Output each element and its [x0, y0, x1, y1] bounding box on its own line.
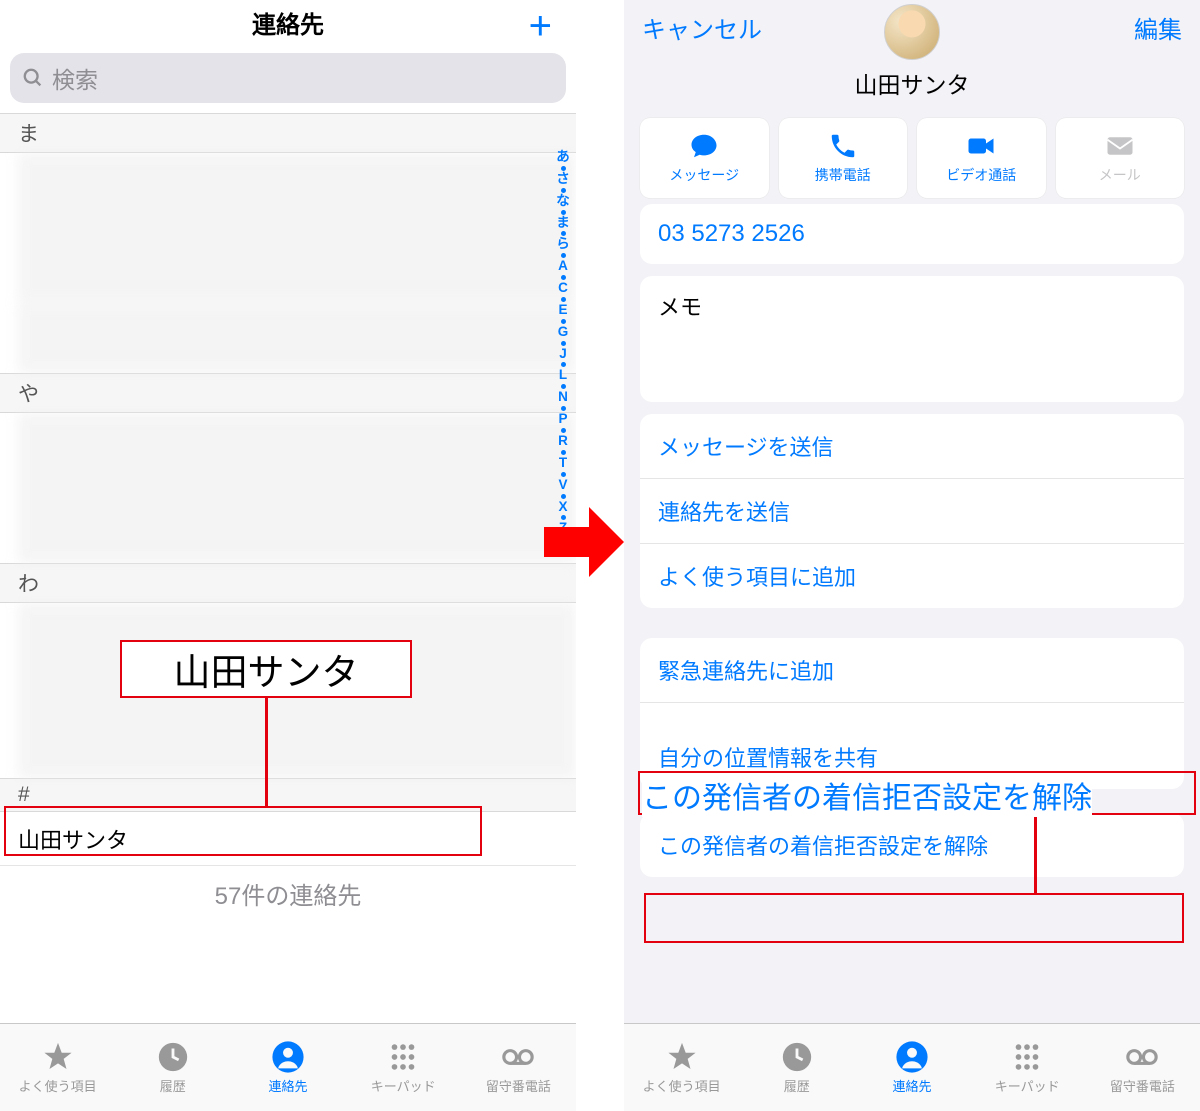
phone-number[interactable]: 03 5273 2526	[640, 204, 1184, 264]
page-title: 連絡先	[252, 5, 324, 40]
tab-recents[interactable]: 履歴	[739, 1024, 854, 1111]
arrow-annotation	[544, 507, 624, 577]
add-favorite-button[interactable]: よく使う項目に追加	[640, 544, 1184, 608]
section-header: ま	[0, 113, 576, 153]
edit-button[interactable]: 編集	[1134, 10, 1182, 45]
phone-icon	[828, 131, 858, 161]
list-item[interactable]	[18, 153, 576, 303]
star-icon	[665, 1040, 699, 1074]
person-icon	[271, 1040, 305, 1074]
annotation-box: 山田サンタ	[120, 640, 412, 698]
search-icon	[22, 67, 44, 89]
add-contact-button[interactable]: +	[529, 4, 552, 49]
send-contact-button[interactable]: 連絡先を送信	[640, 479, 1184, 544]
actions-group-2: 緊急連絡先に追加 自分の位置情報を共有	[640, 638, 1184, 789]
annotation-box	[4, 806, 482, 856]
unblock-group: この発信者の着信拒否設定を解除	[640, 813, 1184, 877]
contact-name: 山田サンタ	[855, 66, 970, 100]
contact-header: 山田サンタ	[624, 54, 1200, 108]
clock-icon	[780, 1040, 814, 1074]
clock-icon	[156, 1040, 190, 1074]
contacts-list-screen: 連絡先 + 検索 ま や わ # 山田サンタ 57件の連絡先 あ さ な ま ら…	[0, 0, 576, 1111]
mail-icon	[1105, 131, 1135, 161]
list-item[interactable]	[18, 413, 576, 563]
tab-bar: よく使う項目 履歴 連絡先 キーパッド 留守番電話	[0, 1023, 576, 1111]
keypad-icon	[1010, 1040, 1044, 1074]
header: 連絡先 +	[0, 0, 576, 45]
voicemail-icon	[501, 1040, 535, 1074]
voicemail-icon	[1125, 1040, 1159, 1074]
video-icon	[966, 131, 996, 161]
tab-voicemail[interactable]: 留守番電話	[1085, 1024, 1200, 1111]
actions-group-1: メッセージを送信 連絡先を送信 よく使う項目に追加	[640, 414, 1184, 608]
section-header: わ	[0, 563, 576, 603]
send-message-button[interactable]: メッセージを送信	[640, 414, 1184, 479]
tab-recents[interactable]: 履歴	[115, 1024, 230, 1111]
section-header: や	[0, 373, 576, 413]
tab-keypad[interactable]: キーパッド	[346, 1024, 461, 1111]
tab-contacts[interactable]: 連絡先	[854, 1024, 969, 1111]
tab-bar: よく使う項目 履歴 連絡先 キーパッド 留守番電話	[624, 1023, 1200, 1111]
tab-voicemail[interactable]: 留守番電話	[461, 1024, 576, 1111]
person-icon	[895, 1040, 929, 1074]
memo-field[interactable]: メモ	[640, 276, 1184, 402]
search-placeholder: 検索	[52, 61, 98, 95]
tab-favorites[interactable]: よく使う項目	[0, 1024, 115, 1111]
contact-count: 57件の連絡先	[0, 876, 576, 911]
tab-keypad[interactable]: キーパッド	[970, 1024, 1085, 1111]
contacts-list[interactable]: ま や わ # 山田サンタ 57件の連絡先	[0, 113, 576, 1023]
action-message[interactable]: メッセージ	[640, 118, 769, 198]
action-video[interactable]: ビデオ通話	[917, 118, 1046, 198]
list-item[interactable]	[18, 303, 576, 373]
keypad-icon	[386, 1040, 420, 1074]
annotation-line	[265, 698, 268, 806]
annotation-line	[1034, 815, 1037, 895]
contact-detail-screen: キャンセル 編集 山田サンタ メッセージ 携帯電話 ビデオ通話 メール 03 5…	[624, 0, 1200, 1111]
action-call[interactable]: 携帯電話	[779, 118, 908, 198]
annotation-callout: この発信者の着信拒否設定を解除	[642, 773, 1092, 817]
message-icon	[689, 131, 719, 161]
emergency-button[interactable]: 緊急連絡先に追加	[640, 638, 1184, 703]
alpha-index[interactable]: あ さ な ま ら A C E G J L N P R T V X Z #	[552, 150, 574, 558]
search-input[interactable]: 検索	[10, 53, 566, 103]
unblock-caller-button[interactable]: この発信者の着信拒否設定を解除	[640, 813, 1184, 877]
action-mail: メール	[1056, 118, 1185, 198]
star-icon	[41, 1040, 75, 1074]
tab-favorites[interactable]: よく使う項目	[624, 1024, 739, 1111]
annotation-box	[644, 893, 1184, 943]
avatar[interactable]	[884, 4, 940, 60]
tab-contacts[interactable]: 連絡先	[230, 1024, 345, 1111]
cancel-button[interactable]: キャンセル	[642, 10, 762, 45]
quick-actions: メッセージ 携帯電話 ビデオ通話 メール	[624, 108, 1200, 204]
